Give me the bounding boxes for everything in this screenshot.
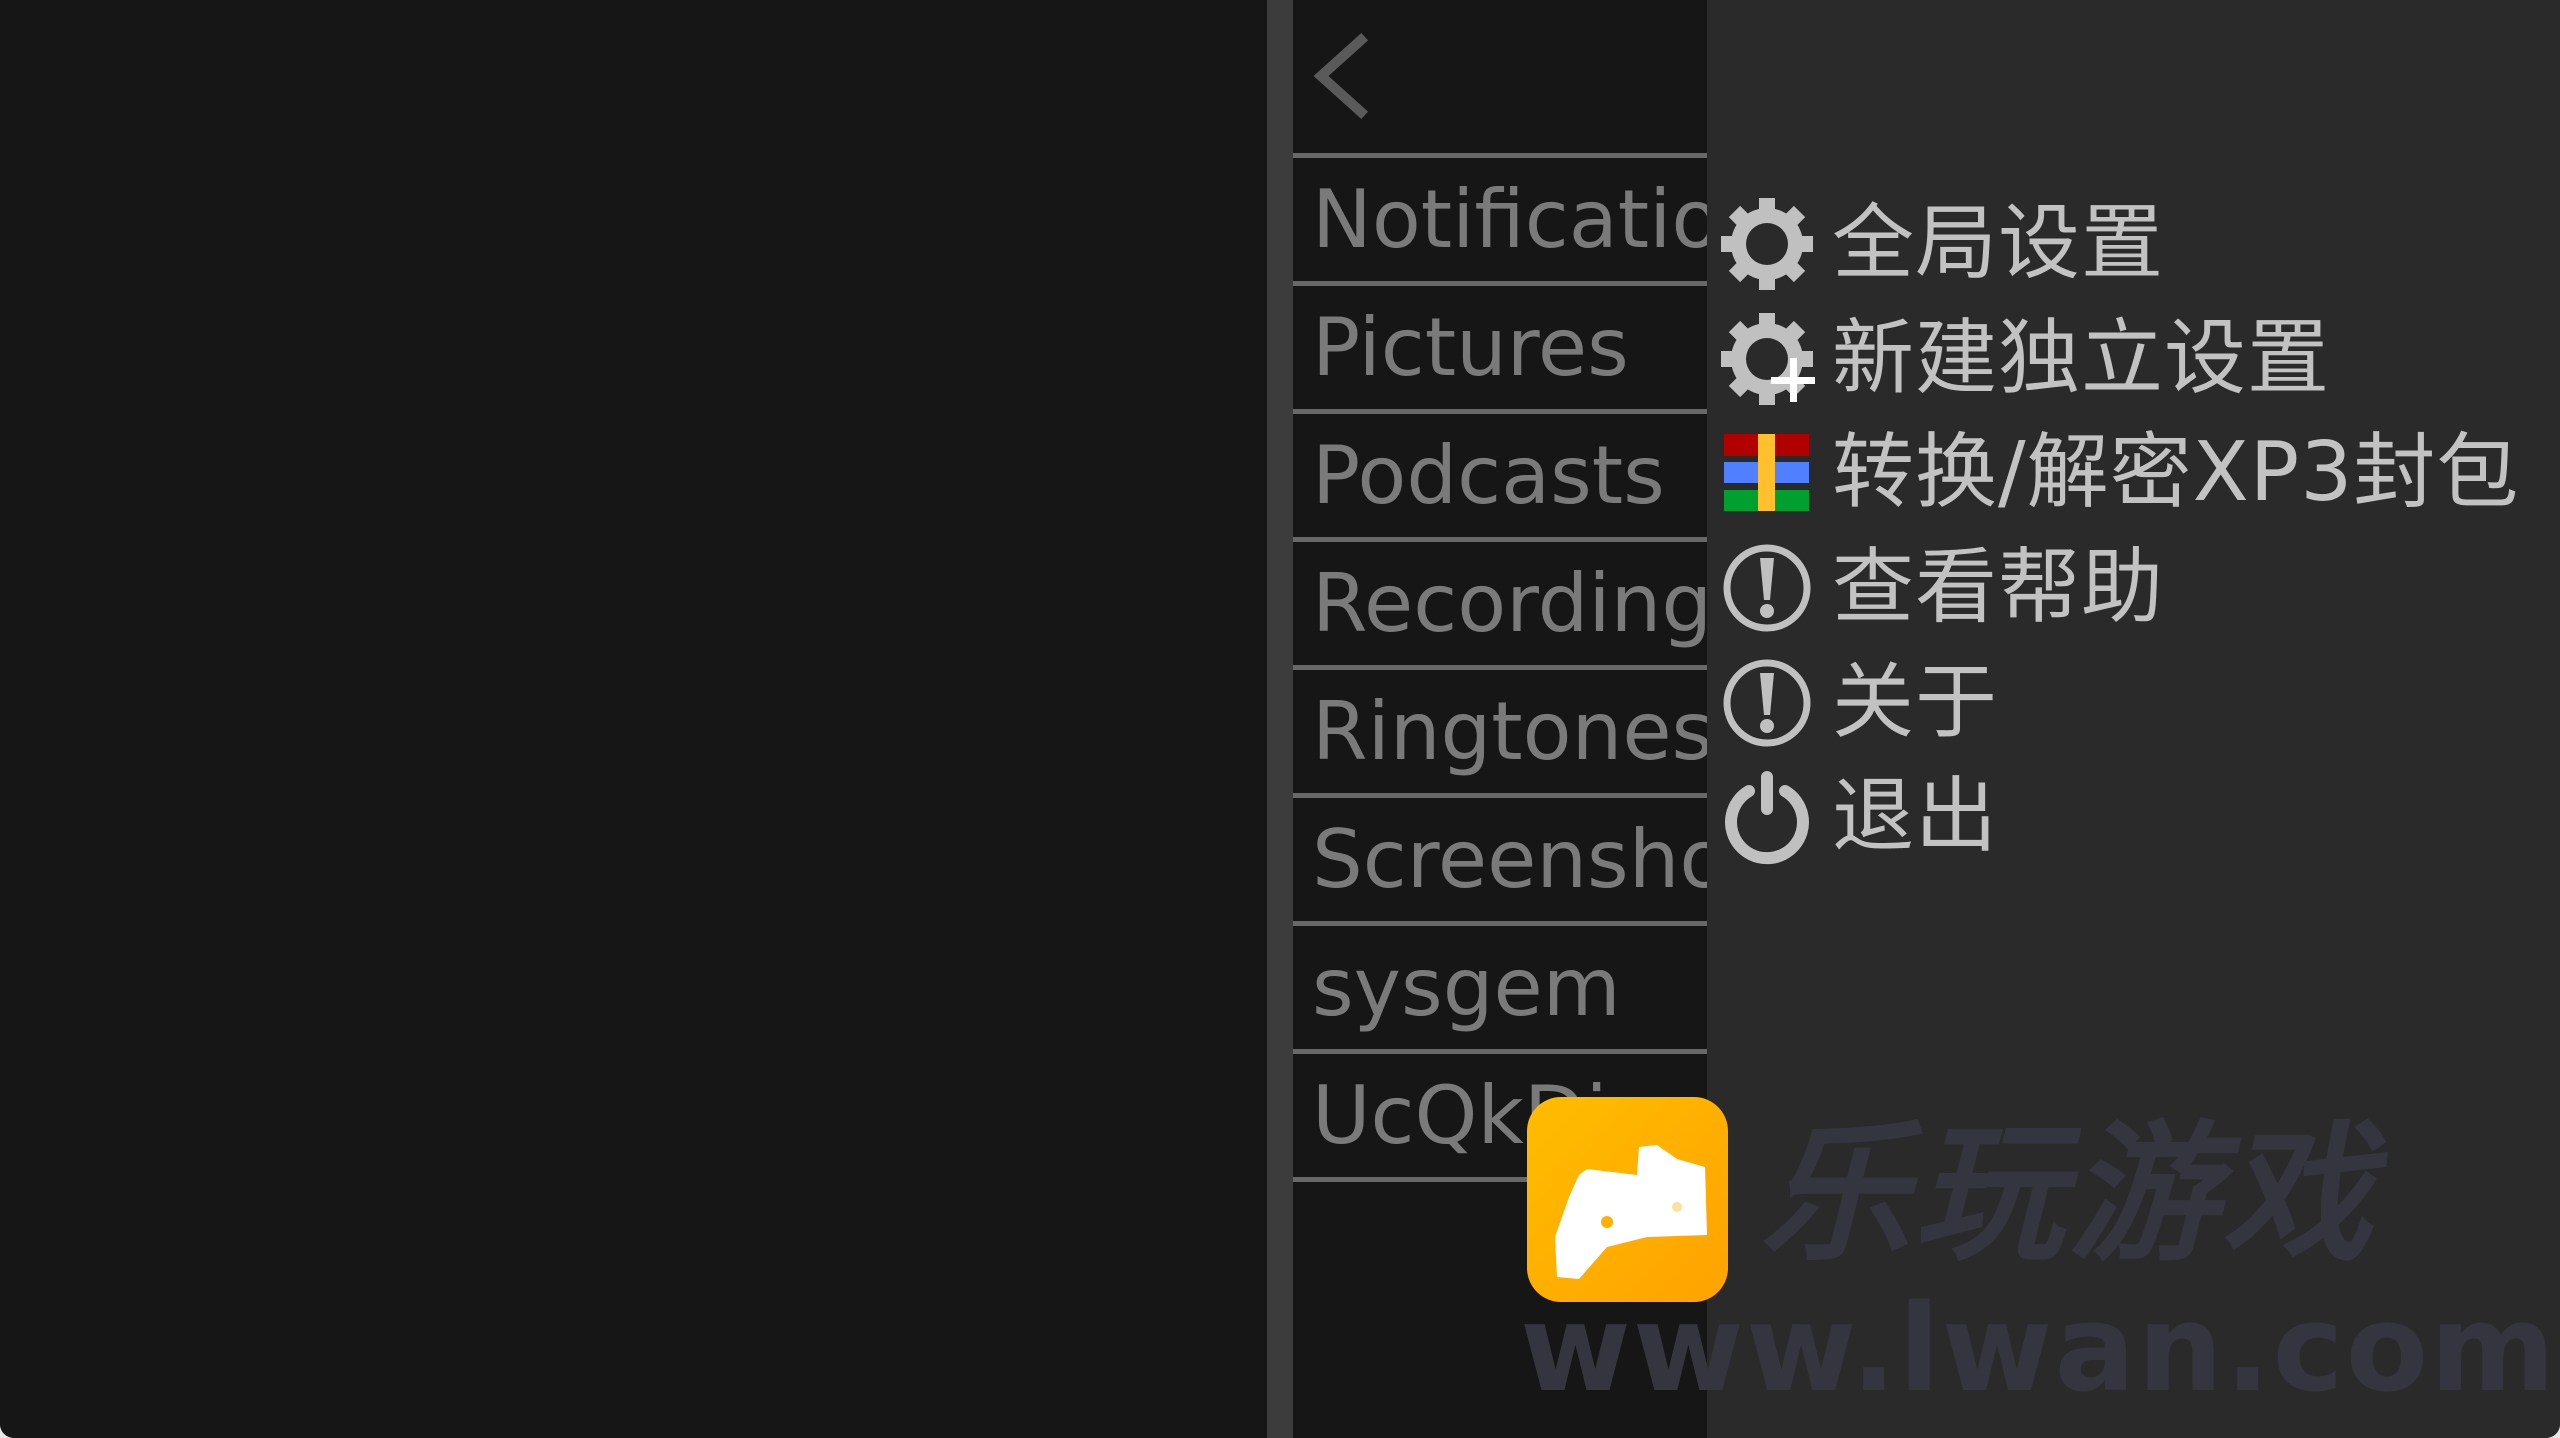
gear-icon <box>1719 196 1815 292</box>
menu-item-global-settings[interactable]: 全局设置 <box>1707 187 2519 302</box>
main-menu: 全局设置 新建独立设置 转换/解密XP3封包 查看帮助 关于 退出 <box>1707 187 2519 875</box>
menu-item-label: 退出 <box>1832 769 1999 865</box>
app-screen: Notifications Pictures Podcasts Recordin… <box>0 0 2560 1438</box>
back-button[interactable] <box>1307 26 1377 126</box>
folder-item-sysgem[interactable]: sysgem <box>1293 926 1707 1049</box>
folder-item-notifications[interactable]: Notifications <box>1293 158 1707 281</box>
info-exclamation-icon <box>1719 655 1815 751</box>
watermark-url: www.lwan.com <box>1520 1280 2558 1419</box>
gamepad-logo-icon <box>1555 1145 1707 1279</box>
folder-item-screenshots[interactable]: Screenshots <box>1293 798 1707 921</box>
info-exclamation-icon <box>1719 540 1815 636</box>
menu-item-label: 全局设置 <box>1832 196 2165 292</box>
menu-item-new-profile[interactable]: 新建独立设置 <box>1707 302 2519 417</box>
watermark-title: 乐玩游戏 <box>1760 1108 2377 1282</box>
menu-item-convert-xp3[interactable]: 转换/解密XP3封包 <box>1707 416 2519 531</box>
menu-item-exit[interactable]: 退出 <box>1707 760 2519 875</box>
folder-item-podcasts[interactable]: Podcasts <box>1293 414 1707 537</box>
menu-item-about[interactable]: 关于 <box>1707 645 2519 760</box>
folder-item-pictures[interactable]: Pictures <box>1293 286 1707 409</box>
folder-item-ringtones[interactable]: Ringtones <box>1293 670 1707 793</box>
watermark-logo <box>1527 1097 1728 1302</box>
power-icon <box>1719 769 1815 865</box>
menu-item-label: 查看帮助 <box>1832 540 2165 636</box>
xp3-archive-icon <box>1719 425 1815 521</box>
pane-divider[interactable] <box>1267 0 1293 1438</box>
menu-item-label: 转换/解密XP3封包 <box>1832 425 2520 521</box>
menu-item-help[interactable]: 查看帮助 <box>1707 531 2519 646</box>
empty-content-area <box>0 0 1267 1438</box>
menu-item-label: 关于 <box>1832 654 1999 750</box>
folder-list: Notifications Pictures Podcasts Recordin… <box>1293 153 1707 1182</box>
folder-item-recordings[interactable]: Recordings <box>1293 542 1707 665</box>
gear-plus-icon <box>1719 311 1815 407</box>
chevron-left-icon <box>1313 32 1369 120</box>
menu-item-label: 新建独立设置 <box>1832 310 2331 406</box>
